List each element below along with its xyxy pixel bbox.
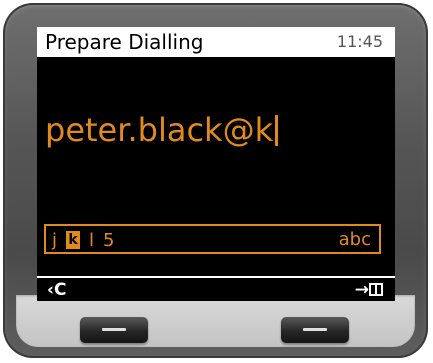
char-option: 5 <box>103 229 115 251</box>
softkey-bar: ‹C → <box>37 276 395 301</box>
title-bar: Prepare Dialling 11:45 <box>37 27 395 57</box>
entry-text: peter.black@k <box>45 111 274 149</box>
char-option: j <box>52 229 58 251</box>
softkey-phonebook[interactable]: → <box>355 280 383 300</box>
left-display-key[interactable] <box>80 317 148 343</box>
clock: 11:45 <box>336 32 383 51</box>
char-option-selected: k <box>66 231 81 249</box>
screen-title: Prepare Dialling <box>45 30 204 54</box>
display-screen: Prepare Dialling 11:45 peter.black@k j k… <box>37 27 395 301</box>
text-cursor <box>275 115 279 146</box>
arrow-right-icon: → <box>354 280 369 300</box>
input-mode-indicator: abc <box>338 229 371 250</box>
device-bezel <box>16 295 415 347</box>
number-entry-field[interactable]: peter.black@k <box>45 111 279 149</box>
softkey-right-icon <box>303 328 327 331</box>
softkey-left-icon <box>102 328 126 331</box>
softkey-delete[interactable]: ‹C <box>47 280 66 300</box>
character-list: j k l 5 <box>52 229 114 251</box>
character-selector[interactable]: j k l 5 abc <box>44 224 381 254</box>
char-option: l <box>89 229 95 251</box>
phone-device: Prepare Dialling 11:45 peter.black@k j k… <box>3 3 428 358</box>
phonebook-icon <box>369 283 383 296</box>
right-display-key[interactable] <box>281 317 349 343</box>
